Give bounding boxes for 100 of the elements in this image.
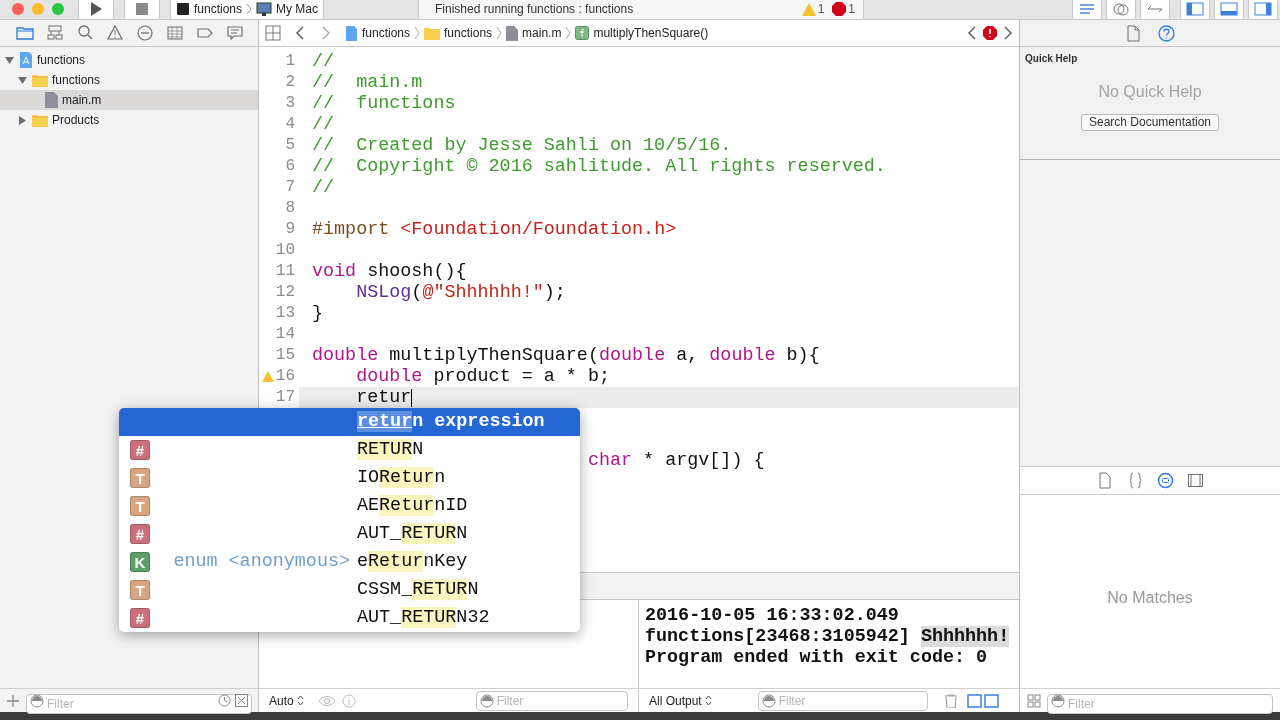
completion-name: AUT_RETURN	[357, 522, 469, 547]
speech-bubble-icon[interactable]	[226, 24, 244, 42]
output-popup-button[interactable]: All Output	[649, 691, 712, 710]
filter-field[interactable]: Filter	[757, 690, 928, 711]
eye-icon[interactable]	[317, 694, 336, 707]
code-line: //	[312, 177, 335, 198]
file-icon	[45, 92, 58, 108]
info-icon[interactable]	[341, 693, 356, 708]
code-line: retur	[355, 387, 412, 408]
completion-item[interactable]: # AUT_RETURN	[119, 520, 580, 548]
related-items-icon[interactable]	[265, 25, 281, 41]
completion-item[interactable]: T IOReturn	[119, 464, 580, 492]
clock-icon[interactable]	[218, 693, 231, 707]
grid-icon[interactable]	[1027, 693, 1041, 708]
completion-item[interactable]: # AUT_RETURN32	[119, 604, 580, 632]
error-icon[interactable]	[832, 2, 847, 16]
code-line: //	[312, 114, 335, 135]
assistant-editor-button[interactable]	[1106, 0, 1137, 19]
line-number: 6	[285, 156, 295, 177]
breadcrumb[interactable]: functions	[424, 24, 493, 42]
split-view-icon[interactable]	[966, 693, 999, 708]
list-icon[interactable]	[166, 24, 184, 42]
line-number: 1	[285, 51, 295, 72]
function-icon	[575, 26, 590, 40]
disclosure-triangle-icon[interactable]	[17, 74, 28, 86]
completion-item[interactable]: T CSSM_RETURN	[119, 576, 580, 604]
code-line: NSLog(@"Shhhhhh!");	[355, 282, 566, 303]
object-icon[interactable]	[1156, 472, 1174, 489]
disclosure-triangle-icon[interactable]	[4, 54, 15, 66]
scope-popup-button[interactable]: Auto	[269, 691, 304, 710]
completion-item[interactable]: # RETURN	[119, 436, 580, 464]
file-tree-item[interactable]: functions	[0, 50, 258, 70]
close-button[interactable]	[12, 3, 24, 15]
file-tree-item[interactable]: Products	[0, 110, 258, 130]
filter-field[interactable]: Filter	[26, 693, 252, 714]
add-icon[interactable]	[6, 693, 20, 708]
filter-field[interactable]: Filter	[475, 690, 628, 711]
empty-message: No Quick Help	[1098, 82, 1202, 102]
standard-editor-button[interactable]	[1072, 0, 1103, 19]
error-count[interactable]: 1	[848, 0, 856, 18]
symbol-type: enum <anonymous>	[173, 550, 350, 575]
bottom-panel-icon	[1220, 2, 1239, 16]
updown-chevron-icon	[704, 695, 712, 706]
filter-icon	[479, 693, 494, 708]
completion-name: AEReturnID	[357, 494, 469, 519]
completion-item[interactable]: T AEReturnID	[119, 492, 580, 520]
breadcrumb[interactable]: main.m	[506, 24, 562, 42]
film-icon[interactable]	[1186, 472, 1204, 489]
hierarchy-icon[interactable]	[46, 24, 64, 42]
completion-item[interactable]: return expression	[119, 408, 580, 436]
file-name: main.m	[62, 92, 102, 109]
lines-icon	[1078, 2, 1097, 16]
filter-icon	[1051, 693, 1065, 708]
run-button[interactable]	[78, 0, 114, 19]
code-line: #import <Foundation/Foundation.h>	[312, 219, 677, 240]
line-number: 10	[275, 240, 295, 261]
next-issue-icon[interactable]	[1003, 26, 1013, 40]
code-line: //	[312, 51, 335, 72]
forward-icon[interactable]	[321, 26, 331, 40]
scheme-selector[interactable]: functions My Mac	[170, 0, 325, 19]
trash-icon[interactable]	[944, 693, 957, 708]
search-icon[interactable]	[76, 24, 94, 42]
completion-name: CSSM_RETURN	[357, 578, 480, 603]
warning-count[interactable]: 1	[817, 0, 825, 18]
back-icon[interactable]	[295, 26, 305, 40]
rings-icon	[1112, 2, 1131, 16]
search-documentation-button[interactable]: Search Documentation	[1080, 114, 1220, 131]
breadcrumb[interactable]: multiplyThenSquare()	[575, 24, 709, 42]
file-icon[interactable]	[1096, 472, 1114, 489]
disclosure-triangle-icon[interactable]	[17, 114, 28, 126]
destination-name: My Mac	[276, 1, 319, 18]
scope-icon[interactable]	[235, 693, 248, 707]
error-icon[interactable]	[983, 26, 997, 40]
file-tree-item[interactable]: main.m	[0, 90, 258, 110]
utilities-toggle-button[interactable]	[1248, 0, 1279, 19]
debug-area-toggle-button[interactable]	[1214, 0, 1245, 19]
project-icon	[345, 25, 358, 41]
previous-issue-icon[interactable]	[967, 26, 977, 40]
zoom-button[interactable]	[52, 3, 64, 15]
text-cursor	[411, 388, 413, 407]
line-number: 5	[285, 135, 295, 156]
play-icon	[90, 2, 102, 16]
warning-icon[interactable]	[106, 24, 124, 42]
scheme-name: functions	[194, 1, 243, 18]
completion-name: AUT_RETURN32	[357, 606, 491, 631]
line-number: 3	[285, 93, 295, 114]
minus-circle-icon[interactable]	[136, 24, 154, 42]
folder-icon[interactable]	[16, 24, 34, 42]
code-line: }	[312, 303, 324, 324]
help-icon[interactable]	[1158, 24, 1175, 42]
file-tree-item[interactable]: functions	[0, 70, 258, 90]
symbol-kind-badge: #	[130, 608, 150, 628]
console-line: 2016-10-05 16:33:02.049	[645, 605, 900, 626]
breadcrumb[interactable]: functions	[345, 24, 411, 42]
completion-item[interactable]: K enum <anonymous> eReturnKey	[119, 548, 580, 576]
file-icon[interactable]	[1125, 24, 1142, 42]
version-editor-button[interactable]	[1140, 0, 1171, 19]
navigator-toggle-button[interactable]	[1180, 0, 1211, 19]
stop-button[interactable]	[124, 0, 160, 19]
filter-field[interactable]: Filter	[1047, 693, 1273, 714]
